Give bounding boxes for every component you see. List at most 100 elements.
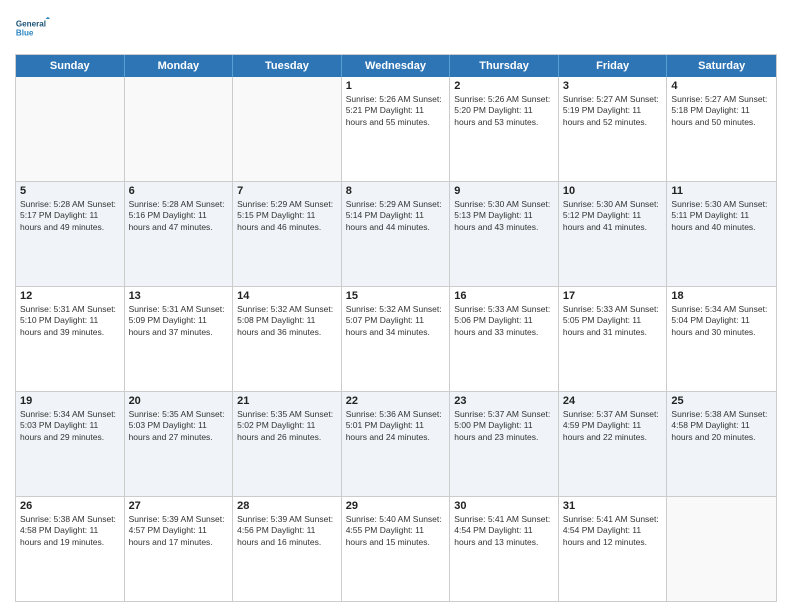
cell-info: Sunrise: 5:27 AM Sunset: 5:19 PM Dayligh… xyxy=(563,94,663,128)
page: General Blue SundayMondayTuesdayWednesda… xyxy=(0,0,792,612)
day-number: 21 xyxy=(237,395,337,407)
header: General Blue xyxy=(15,10,777,46)
day-number: 16 xyxy=(454,290,554,302)
weekday-header: Tuesday xyxy=(233,55,342,77)
day-number: 28 xyxy=(237,500,337,512)
calendar-cell xyxy=(233,77,342,181)
calendar-cell: 25 Sunrise: 5:38 AM Sunset: 4:58 PM Dayli… xyxy=(667,392,776,496)
cell-info: Sunrise: 5:32 AM Sunset: 5:07 PM Dayligh… xyxy=(346,304,446,338)
cell-info: Sunrise: 5:31 AM Sunset: 5:10 PM Dayligh… xyxy=(20,304,120,338)
calendar-cell: 20 Sunrise: 5:35 AM Sunset: 5:03 PM Dayli… xyxy=(125,392,234,496)
calendar-cell: 3 Sunrise: 5:27 AM Sunset: 5:19 PM Daylig… xyxy=(559,77,668,181)
calendar-cell: 31 Sunrise: 5:41 AM Sunset: 4:54 PM Dayli… xyxy=(559,497,668,601)
cell-info: Sunrise: 5:28 AM Sunset: 5:16 PM Dayligh… xyxy=(129,199,229,233)
day-number: 6 xyxy=(129,185,229,197)
cell-info: Sunrise: 5:30 AM Sunset: 5:11 PM Dayligh… xyxy=(671,199,772,233)
day-number: 4 xyxy=(671,80,772,92)
day-number: 3 xyxy=(563,80,663,92)
cell-info: Sunrise: 5:38 AM Sunset: 4:58 PM Dayligh… xyxy=(20,514,120,548)
day-number: 31 xyxy=(563,500,663,512)
day-number: 26 xyxy=(20,500,120,512)
calendar-cell: 7 Sunrise: 5:29 AM Sunset: 5:15 PM Daylig… xyxy=(233,182,342,286)
calendar-cell: 28Sunrise: 5:39 AM Sunset: 4:56 PM Dayli… xyxy=(233,497,342,601)
cell-info: Sunrise: 5:37 AM Sunset: 5:00 PM Dayligh… xyxy=(454,409,554,443)
cell-info: Sunrise: 5:26 AM Sunset: 5:20 PM Dayligh… xyxy=(454,94,554,128)
day-number: 29 xyxy=(346,500,446,512)
weekday-header: Thursday xyxy=(450,55,559,77)
logo: General Blue xyxy=(15,10,51,46)
cell-info: Sunrise: 5:40 AM Sunset: 4:55 PM Dayligh… xyxy=(346,514,446,548)
cell-info: Sunrise: 5:35 AM Sunset: 5:03 PM Dayligh… xyxy=(129,409,229,443)
day-number: 2 xyxy=(454,80,554,92)
day-number: 7 xyxy=(237,185,337,197)
cell-info: Sunrise: 5:41 AM Sunset: 4:54 PM Dayligh… xyxy=(454,514,554,548)
calendar-cell: 18Sunrise: 5:34 AM Sunset: 5:04 PM Dayli… xyxy=(667,287,776,391)
calendar-row: 1 Sunrise: 5:26 AM Sunset: 5:21 PM Daylig… xyxy=(16,77,776,181)
day-number: 23 xyxy=(454,395,554,407)
weekday-header: Friday xyxy=(559,55,668,77)
day-number: 5 xyxy=(20,185,120,197)
cell-info: Sunrise: 5:38 AM Sunset: 4:58 PM Dayligh… xyxy=(671,409,772,443)
day-number: 20 xyxy=(129,395,229,407)
calendar-cell xyxy=(667,497,776,601)
day-number: 8 xyxy=(346,185,446,197)
day-number: 11 xyxy=(671,185,772,197)
day-number: 25 xyxy=(671,395,772,407)
day-number: 22 xyxy=(346,395,446,407)
calendar-cell: 24 Sunrise: 5:37 AM Sunset: 4:59 PM Dayli… xyxy=(559,392,668,496)
weekday-header: Monday xyxy=(125,55,234,77)
day-number: 15 xyxy=(346,290,446,302)
weekday-header: Wednesday xyxy=(342,55,451,77)
cell-info: Sunrise: 5:28 AM Sunset: 5:17 PM Dayligh… xyxy=(20,199,120,233)
calendar-cell: 29 Sunrise: 5:40 AM Sunset: 4:55 PM Dayli… xyxy=(342,497,451,601)
calendar-cell: 17 Sunrise: 5:33 AM Sunset: 5:05 PM Dayli… xyxy=(559,287,668,391)
cell-info: Sunrise: 5:36 AM Sunset: 5:01 PM Dayligh… xyxy=(346,409,446,443)
calendar-cell: 4 Sunrise: 5:27 AM Sunset: 5:18 PM Daylig… xyxy=(667,77,776,181)
cell-info: Sunrise: 5:30 AM Sunset: 5:13 PM Dayligh… xyxy=(454,199,554,233)
weekday-header: Sunday xyxy=(16,55,125,77)
calendar-row: 26 Sunrise: 5:38 AM Sunset: 4:58 PM Dayli… xyxy=(16,496,776,601)
cell-info: Sunrise: 5:26 AM Sunset: 5:21 PM Dayligh… xyxy=(346,94,446,128)
day-number: 1 xyxy=(346,80,446,92)
cell-info: Sunrise: 5:33 AM Sunset: 5:06 PM Dayligh… xyxy=(454,304,554,338)
day-number: 17 xyxy=(563,290,663,302)
calendar-header: SundayMondayTuesdayWednesdayThursdayFrid… xyxy=(16,55,776,77)
calendar-cell: 30 Sunrise: 5:41 AM Sunset: 4:54 PM Dayli… xyxy=(450,497,559,601)
cell-info: Sunrise: 5:33 AM Sunset: 5:05 PM Dayligh… xyxy=(563,304,663,338)
calendar-cell: 2 Sunrise: 5:26 AM Sunset: 5:20 PM Daylig… xyxy=(450,77,559,181)
day-number: 24 xyxy=(563,395,663,407)
day-number: 9 xyxy=(454,185,554,197)
cell-info: Sunrise: 5:31 AM Sunset: 5:09 PM Dayligh… xyxy=(129,304,229,338)
calendar-cell: 14 Sunrise: 5:32 AM Sunset: 5:08 PM Dayli… xyxy=(233,287,342,391)
calendar-cell: 13 Sunrise: 5:31 AM Sunset: 5:09 PM Dayli… xyxy=(125,287,234,391)
day-number: 14 xyxy=(237,290,337,302)
day-number: 13 xyxy=(129,290,229,302)
calendar: SundayMondayTuesdayWednesdayThursdayFrid… xyxy=(15,54,777,602)
calendar-cell: 19Sunrise: 5:34 AM Sunset: 5:03 PM Dayli… xyxy=(16,392,125,496)
calendar-cell: 16 Sunrise: 5:33 AM Sunset: 5:06 PM Dayli… xyxy=(450,287,559,391)
calendar-cell: 23 Sunrise: 5:37 AM Sunset: 5:00 PM Dayli… xyxy=(450,392,559,496)
calendar-row: 12Sunrise: 5:31 AM Sunset: 5:10 PM Dayli… xyxy=(16,286,776,391)
calendar-cell: 26 Sunrise: 5:38 AM Sunset: 4:58 PM Dayli… xyxy=(16,497,125,601)
cell-info: Sunrise: 5:34 AM Sunset: 5:03 PM Dayligh… xyxy=(20,409,120,443)
cell-info: Sunrise: 5:41 AM Sunset: 4:54 PM Dayligh… xyxy=(563,514,663,548)
logo-svg: General Blue xyxy=(15,10,51,46)
weekday-header: Saturday xyxy=(667,55,776,77)
calendar-cell: 6 Sunrise: 5:28 AM Sunset: 5:16 PM Daylig… xyxy=(125,182,234,286)
calendar-cell: 12Sunrise: 5:31 AM Sunset: 5:10 PM Dayli… xyxy=(16,287,125,391)
day-number: 18 xyxy=(671,290,772,302)
calendar-cell: 9 Sunrise: 5:30 AM Sunset: 5:13 PM Daylig… xyxy=(450,182,559,286)
calendar-cell: 11 Sunrise: 5:30 AM Sunset: 5:11 PM Dayli… xyxy=(667,182,776,286)
cell-info: Sunrise: 5:32 AM Sunset: 5:08 PM Dayligh… xyxy=(237,304,337,338)
calendar-body: 1 Sunrise: 5:26 AM Sunset: 5:21 PM Daylig… xyxy=(16,77,776,601)
calendar-row: 19Sunrise: 5:34 AM Sunset: 5:03 PM Dayli… xyxy=(16,391,776,496)
day-number: 30 xyxy=(454,500,554,512)
svg-text:General: General xyxy=(16,20,46,29)
calendar-cell: 8Sunrise: 5:29 AM Sunset: 5:14 PM Daylig… xyxy=(342,182,451,286)
cell-info: Sunrise: 5:29 AM Sunset: 5:15 PM Dayligh… xyxy=(237,199,337,233)
calendar-cell xyxy=(16,77,125,181)
cell-info: Sunrise: 5:27 AM Sunset: 5:18 PM Dayligh… xyxy=(671,94,772,128)
calendar-row: 5 Sunrise: 5:28 AM Sunset: 5:17 PM Daylig… xyxy=(16,181,776,286)
calendar-cell: 21Sunrise: 5:35 AM Sunset: 5:02 PM Dayli… xyxy=(233,392,342,496)
cell-info: Sunrise: 5:37 AM Sunset: 4:59 PM Dayligh… xyxy=(563,409,663,443)
